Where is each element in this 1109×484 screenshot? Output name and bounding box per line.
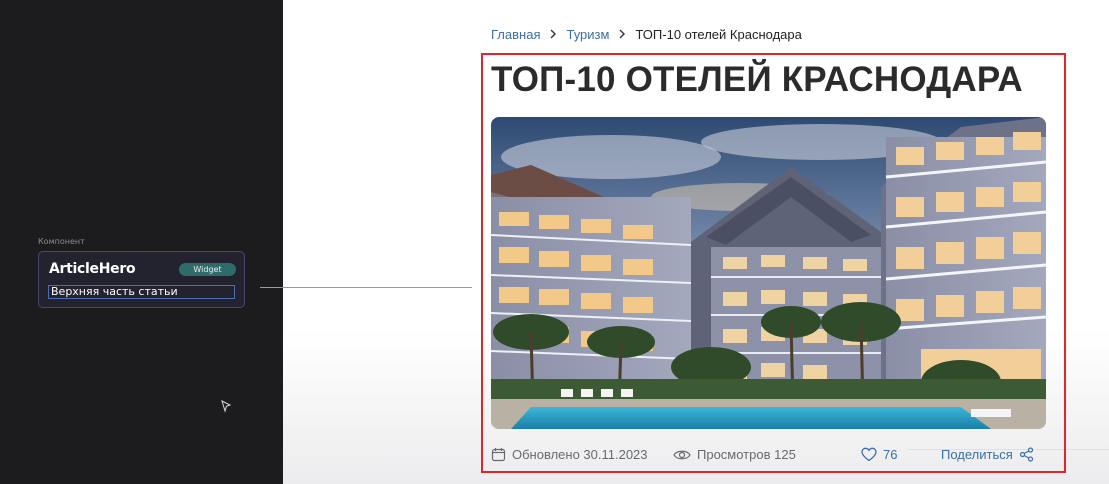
heart-icon [861,447,877,462]
share-button[interactable]: Поделиться [941,447,1034,462]
updated-date: Обновлено 30.11.2023 [491,447,648,462]
breadcrumb-link-tourism[interactable]: Туризм [566,27,609,42]
component-section-label: Компонент [38,237,85,246]
article-hero-image [491,117,1046,429]
share-icon [1019,447,1033,462]
design-panel: Компонент ArticleHero Widget Верхняя час… [0,0,283,484]
article-title: ТОП-10 ОТЕЛЕЙ КРАСНОДАРА [491,60,1023,99]
chevron-right-icon [619,29,626,39]
connector-line-left [260,287,472,288]
updated-date-text: Обновлено 30.11.2023 [512,447,648,462]
eye-icon [673,450,691,459]
article-meta-row: Обновлено 30.11.2023 Просмотров 125 76 П… [491,447,1046,467]
chevron-right-icon [550,29,557,39]
like-button[interactable]: 76 [861,447,897,462]
component-description-field[interactable]: Верхняя часть статьи [48,285,235,299]
breadcrumb: Главная Туризм ТОП-10 отелей Краснодара [491,25,802,43]
likes-count: 76 [883,447,898,462]
cursor-icon [221,400,232,413]
component-card[interactable]: ArticleHero Widget Верхняя часть статьи [38,251,245,308]
share-label: Поделиться [941,447,1013,462]
views-count-text: Просмотров 125 [697,447,796,462]
views-count: Просмотров 125 [673,447,796,462]
breadcrumb-current: ТОП-10 отелей Краснодара [635,26,802,42]
component-name: ArticleHero [49,261,136,277]
calendar-icon [491,448,506,462]
component-type-badge: Widget [179,263,236,276]
breadcrumb-link-home[interactable]: Главная [491,27,540,42]
